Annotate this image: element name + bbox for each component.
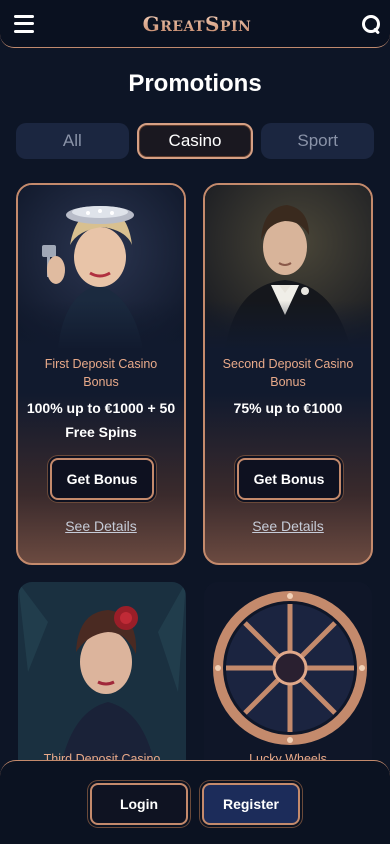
- login-button[interactable]: Login: [90, 783, 188, 825]
- promo-offer: 100% up to €1000 + 50 Free Spins: [26, 400, 176, 440]
- search-icon[interactable]: [360, 13, 382, 35]
- promo-tabs: All Casino Sport: [16, 123, 375, 159]
- see-details-link[interactable]: See Details: [205, 518, 371, 534]
- page-title: Promotions: [128, 70, 262, 97]
- get-bonus-button[interactable]: Get Bonus: [50, 458, 154, 500]
- promo-card-third-deposit: Third Deposit Casino: [18, 582, 186, 782]
- promo-offer: 75% up to €1000: [233, 400, 343, 416]
- promo-image-flapper-woman: [18, 185, 184, 350]
- see-details-link[interactable]: See Details: [18, 518, 184, 534]
- promo-card-lucky-wheels: Lucky Wheels: [204, 582, 372, 782]
- tab-casino[interactable]: Casino: [136, 123, 254, 159]
- tab-all[interactable]: All: [16, 123, 129, 159]
- register-button[interactable]: Register: [202, 783, 300, 825]
- promo-image-gentleman: [205, 185, 371, 350]
- get-bonus-button[interactable]: Get Bonus: [237, 458, 341, 500]
- promo-card-second-deposit: Second Deposit Casino Bonus 75% up to €1…: [203, 183, 373, 565]
- tab-sport[interactable]: Sport: [261, 123, 375, 159]
- promo-subtitle: Second Deposit Casino Bonus: [222, 357, 354, 389]
- promo-subtitle: First Deposit Casino Bonus: [44, 357, 158, 389]
- auth-bottom-bar: Login Register: [0, 760, 390, 844]
- top-header: GreatSpin: [0, 0, 390, 48]
- promo-card-first-deposit: First Deposit Casino Bonus 100% up to €1…: [16, 183, 186, 565]
- brand-logo[interactable]: GreatSpin: [143, 12, 252, 36]
- hamburger-menu-icon[interactable]: [14, 14, 34, 33]
